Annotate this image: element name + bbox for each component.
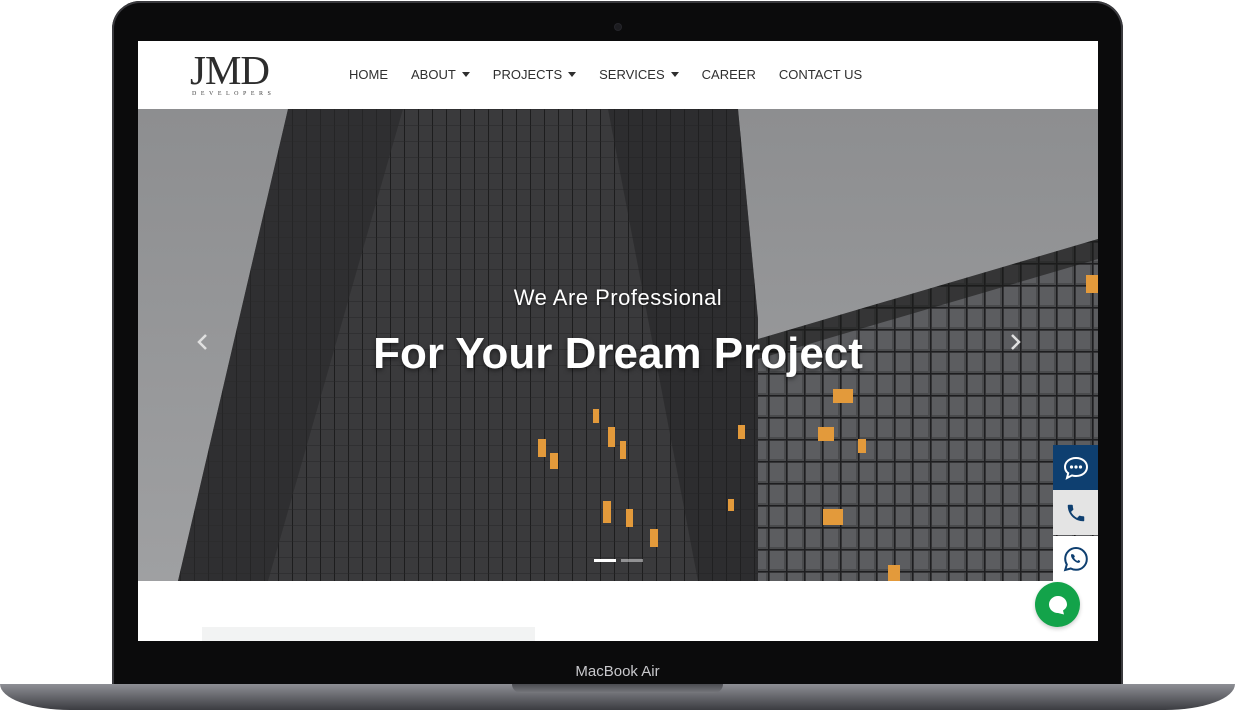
site-logo[interactable]: JMD DEVELOPERS [190, 47, 290, 98]
chat-bubble-icon [1048, 595, 1067, 614]
main-nav: HOME ABOUT PROJECTS SERVICES CAREER CONT… [349, 67, 885, 82]
caret-down-icon [568, 72, 577, 77]
chevron-right-icon [1011, 334, 1021, 350]
nav-about-label: ABOUT [411, 67, 456, 82]
nav-career[interactable]: CAREER [702, 67, 756, 82]
browser-viewport: JMD DEVELOPERS HOME ABOUT PROJECTS SERVI… [138, 41, 1098, 641]
nav-contact[interactable]: CONTACT US [779, 67, 862, 82]
chat-button[interactable] [1053, 445, 1098, 490]
message-dots-icon [1063, 456, 1088, 480]
whatsapp-button[interactable] [1053, 536, 1098, 581]
chevron-left-icon [197, 334, 207, 350]
camera-icon [615, 24, 621, 30]
nav-career-label: CAREER [701, 67, 756, 82]
logo-tagline: DEVELOPERS [192, 91, 276, 97]
caret-down-icon [461, 72, 470, 77]
content-card-placeholder [202, 627, 535, 641]
caret-down-icon [670, 72, 679, 77]
laptop-notch [512, 684, 723, 693]
carousel-next-button[interactable] [1010, 333, 1040, 363]
phone-icon [1067, 504, 1084, 521]
nav-about[interactable]: ABOUT [411, 67, 470, 82]
nav-home-label: HOME [349, 67, 388, 82]
whatsapp-icon [1063, 546, 1088, 571]
live-chat-button[interactable] [1035, 582, 1080, 627]
logo-wordmark: JMD [190, 47, 270, 93]
site-header: JMD DEVELOPERS HOME ABOUT PROJECTS SERVI… [138, 41, 1098, 109]
hero-subtitle: We Are Professional [513, 285, 723, 310]
phone-button[interactable] [1053, 490, 1098, 535]
carousel-prev-button[interactable] [196, 333, 226, 363]
carousel-indicator-2[interactable] [621, 559, 643, 562]
nav-home[interactable]: HOME [349, 67, 388, 82]
nav-projects-label: PROJECTS [492, 67, 563, 82]
hero-title: For Your Dream Project [373, 329, 863, 378]
nav-contact-label: CONTACT US [778, 67, 863, 82]
nav-services-label: SERVICES [599, 67, 665, 82]
hero-carousel: We Are Professional For Your Dream Proje… [138, 109, 1098, 581]
nav-projects[interactable]: PROJECTS [492, 67, 577, 82]
nav-services[interactable]: SERVICES [599, 67, 679, 82]
device-label: MacBook Air [575, 663, 660, 680]
carousel-indicator-1[interactable] [594, 559, 616, 562]
carousel-indicators [594, 559, 648, 562]
